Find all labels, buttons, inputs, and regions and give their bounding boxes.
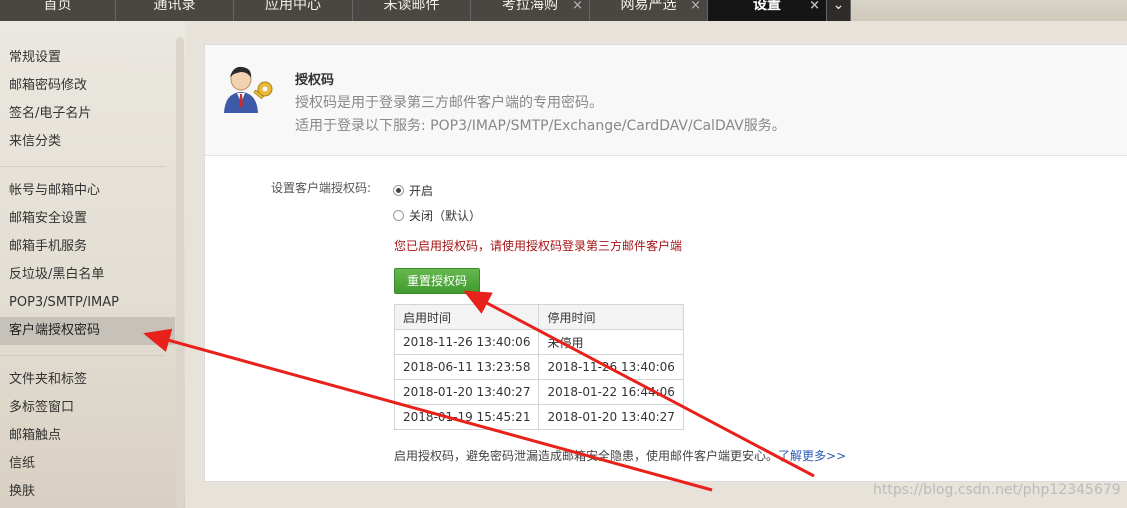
table-row: 2018-01-19 15:45:21 2018-01-20 13:40:27 [393,404,684,430]
auth-code-panel: 授权码 授权码是用于登录第三方邮件客户端的专用密码。 适用于登录以下服务: PO… [204,44,1127,482]
close-icon[interactable]: × [809,0,820,13]
radio-button[interactable] [393,185,404,196]
footnote: 启用授权码，避免密码泄漏造成邮箱安全隐患，使用邮件客户端更安心。了解更多>> [394,447,846,464]
tab-label: 应用中心 [265,0,321,13]
radio-enable[interactable]: 开启 [393,182,433,199]
sidebar-item-folders[interactable]: 文件夹和标签 [0,366,175,394]
page-title: 授权码 [295,73,335,88]
watermark-text: https://blog.csdn.net/php12345679 [873,482,1121,498]
table-row: 2018-11-26 13:40:06 未停用 [393,329,684,355]
settings-sidebar: 常规设置 邮箱密码修改 签名/电子名片 来信分类 帐号与邮箱中心 邮箱安全设置 … [0,21,185,508]
tab-unread-mail[interactable]: 未读邮件 [353,0,471,21]
tab-kaola[interactable]: 考拉海购 × [471,0,590,21]
radio-label: 开启 [409,184,434,198]
table-cell: 2018-01-20 13:40:27 [538,404,684,430]
footnote-text: 启用授权码，避免密码泄漏造成邮箱安全隐患，使用邮件客户端更安心。 [394,449,779,463]
column-header: 启用时间 [393,304,540,330]
sidebar-item-mobile-service[interactable]: 邮箱手机服务 [0,233,175,261]
table-cell: 2018-01-19 15:45:21 [393,404,540,430]
auth-code-header: 授权码 授权码是用于登录第三方邮件客户端的专用密码。 适用于登录以下服务: PO… [205,45,1127,156]
table-cell: 未停用 [538,329,684,355]
table-cell: 2018-06-11 13:23:58 [393,354,540,380]
sidebar-item-antispam[interactable]: 反垃圾/黑白名单 [0,261,175,289]
sidebar-item-skin[interactable]: 换肤 [0,478,175,506]
table-cell: 2018-11-26 13:40:06 [538,354,684,380]
sidebar-group-misc: 文件夹和标签 多标签窗口 邮箱触点 信纸 换肤 [0,366,175,506]
top-bar-background [851,0,1127,21]
sidebar-item-account-center[interactable]: 帐号与邮箱中心 [0,177,175,205]
tab-label: 首页 [43,0,72,13]
learn-more-link[interactable]: 了解更多>> [778,449,846,463]
table-row: 2018-01-20 13:40:27 2018-01-22 16:44:06 [393,379,684,405]
table-cell: 2018-01-20 13:40:27 [393,379,540,405]
tab-more-button[interactable]: ⌄ [827,0,851,21]
table-row: 2018-06-11 13:23:58 2018-11-26 13:40:06 [393,354,684,380]
tab-app-center[interactable]: 应用中心 [234,0,353,21]
close-icon[interactable]: × [572,0,583,13]
close-icon[interactable]: × [690,0,701,13]
sidebar-item-mail-filter[interactable]: 来信分类 [0,128,175,156]
sidebar-item-signature[interactable]: 签名/电子名片 [0,100,175,128]
sidebar-item-stationery[interactable]: 信纸 [0,450,175,478]
sidebar-item-touchpoint[interactable]: 邮箱触点 [0,422,175,450]
table-cell: 2018-11-26 13:40:06 [393,329,540,355]
page-services: 适用于登录以下服务: POP3/IMAP/SMTP/Exchange/CardD… [295,118,786,134]
sidebar-scrollbar[interactable] [176,37,184,508]
page-description: 授权码是用于登录第三方邮件客户端的专用密码。 [295,95,603,111]
sidebar-item-pop3[interactable]: POP3/SMTP/IMAP [0,289,175,317]
sidebar-divider [0,166,165,167]
user-key-icon [224,66,273,113]
radio-button[interactable] [393,210,404,221]
sidebar-item-security[interactable]: 邮箱安全设置 [0,205,175,233]
table-header-row: 启用时间 停用时间 [393,304,684,330]
tab-yanxuan[interactable]: 网易严选 × [590,0,708,21]
sidebar-item-multi-tab[interactable]: 多标签窗口 [0,394,175,422]
sidebar-divider [0,355,165,356]
tab-label: 通讯录 [153,0,196,13]
auth-history-table: 启用时间 停用时间 2018-11-26 13:40:06 未停用 2018-0… [393,304,684,430]
radio-disable[interactable]: 关闭（默认） [393,207,481,224]
chevron-down-icon: ⌄ [832,0,845,13]
sidebar-item-general[interactable]: 常规设置 [0,44,175,72]
tab-contacts[interactable]: 通讯录 [116,0,234,21]
sidebar-group-general: 常规设置 邮箱密码修改 签名/电子名片 来信分类 [0,44,175,156]
column-header: 停用时间 [538,304,684,330]
tab-home[interactable]: 首页 [0,0,116,21]
sidebar-group-account: 帐号与邮箱中心 邮箱安全设置 邮箱手机服务 反垃圾/黑白名单 POP3/SMTP… [0,177,175,345]
radio-label: 关闭（默认） [409,209,482,223]
enabled-notice: 您已启用授权码，请使用授权码登录第三方邮件客户端 [394,239,683,253]
tab-label: 未读邮件 [383,0,440,13]
sidebar-item-password[interactable]: 邮箱密码修改 [0,72,175,100]
auth-setting-label: 设置客户端授权码: [271,181,372,195]
reset-auth-code-button[interactable]: 重置授权码 [394,268,480,294]
table-cell: 2018-01-22 16:44:06 [538,379,684,405]
top-tab-bar: 首页 通讯录 应用中心 未读邮件 考拉海购 × 网易严选 × 设置 × ⌄ [0,0,1127,21]
sidebar-item-client-auth[interactable]: 客户端授权密码 [0,317,175,345]
tab-settings[interactable]: 设置 × [708,0,827,21]
